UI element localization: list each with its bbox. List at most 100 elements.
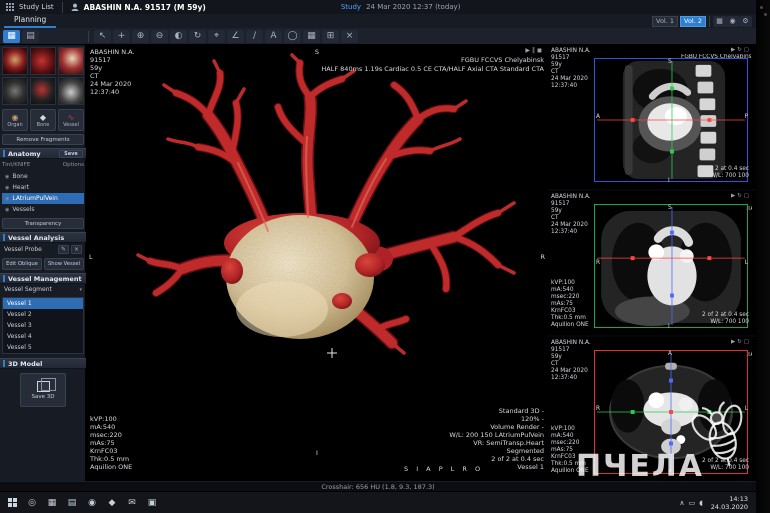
reset-view-icon[interactable]: ↻ <box>737 47 744 53</box>
options-label[interactable]: Options <box>63 162 84 168</box>
organ-button[interactable]: ◉ Organ <box>2 109 28 131</box>
taskbar-clock[interactable]: 14:13 24.03.2020 <box>711 495 748 511</box>
save-anatomy-button[interactable]: Save <box>59 150 83 158</box>
overlay-line: VR: SemiTransp.Heart <box>449 439 544 447</box>
maximize-view-icon[interactable]: ▢ <box>744 47 751 53</box>
visibility-icon[interactable]: ◉ <box>5 185 9 191</box>
crosshair-icon[interactable]: ⌖ <box>208 30 225 43</box>
ruler-icon[interactable]: ∕ <box>246 30 263 43</box>
anatomy-list-item[interactable]: ◉ Vessels <box>2 204 84 215</box>
divider <box>709 16 710 27</box>
visibility-icon[interactable]: ◉ <box>5 196 9 202</box>
zoom-out-icon[interactable]: ⊖ <box>151 30 168 43</box>
gallery-thumbnail[interactable] <box>58 47 84 75</box>
film-icon[interactable]: ▦ <box>713 16 726 27</box>
delete-icon[interactable]: × <box>71 245 82 254</box>
overlay-line: CT <box>90 72 135 80</box>
ct-image-sagittal[interactable] <box>594 58 748 182</box>
vessel-probe-row: Vessel Probe ✎ × <box>2 245 84 254</box>
visibility-icon[interactable]: ◉ <box>5 174 9 180</box>
window-level-icon[interactable]: ◐ <box>170 30 187 43</box>
watermark-text: ПЧЕЛА <box>576 449 704 484</box>
gallery-thumbnail[interactable] <box>2 77 28 105</box>
reset-view-icon[interactable]: ↻ <box>737 339 744 345</box>
orientation-top: A <box>668 351 672 358</box>
mpr-view-coronal[interactable]: ▶↻▢ ABASHIN N.A.9151759yCT24 Mar 202012:… <box>548 191 756 335</box>
show-vessel-button[interactable]: Show Vessel <box>44 258 84 270</box>
anatomy-list-item[interactable]: ◉ Bone <box>2 171 84 182</box>
tab-planning[interactable]: Planning <box>4 14 56 28</box>
vessel-segment-row: Vessel Segment ▾ <box>2 286 84 293</box>
vessel-list-item[interactable]: Vessel 1 <box>3 298 83 309</box>
screen: Study List ABASHIN N.A. 91517 (M 59y) St… <box>0 0 770 513</box>
gallery-thumbnail[interactable] <box>2 47 28 75</box>
network-icon[interactable]: ▭ <box>688 499 695 507</box>
anatomy-tool-label: Organ <box>7 122 22 128</box>
snapshot-icon[interactable]: ◉ <box>726 16 739 27</box>
mpr-layout-icon[interactable]: ▦ <box>303 30 320 43</box>
settings-icon[interactable]: ⚙ <box>739 16 752 27</box>
anatomy-item-label: Vessels <box>12 206 34 213</box>
tray-expand-icon[interactable]: ∧ <box>679 499 684 507</box>
study-label[interactable]: Study <box>341 3 361 11</box>
vessel-list-item[interactable]: Vessel 3 <box>3 320 83 331</box>
app-icon-2[interactable]: ▣ <box>142 494 162 512</box>
angle-icon[interactable]: ∠ <box>227 30 244 43</box>
patient-info-overlay: ABASHIN N.A.9151759yCT24 Mar 202012:37:4… <box>551 340 591 382</box>
chevron-down-icon[interactable]: ▾ <box>79 287 82 293</box>
select-tool-icon[interactable]: ↖ <box>94 30 111 43</box>
reset-view-icon[interactable]: ↻ <box>737 193 744 199</box>
start-button[interactable] <box>2 494 22 512</box>
save-3d-button[interactable]: Save 3D <box>20 373 66 407</box>
bone-button[interactable]: ◆ Bone <box>30 109 56 131</box>
task-view-icon[interactable]: ▦ <box>42 494 62 512</box>
vessel-list-item[interactable]: Vessel 4 <box>3 331 83 342</box>
gallery-thumbnail[interactable] <box>30 77 56 105</box>
vessel-button[interactable]: ∿ Vessel <box>58 109 84 131</box>
gallery-thumbnail[interactable] <box>30 47 56 75</box>
overlay-line: Aquilion ONE <box>90 463 132 471</box>
vol-1-button[interactable]: Vol. 1 <box>652 16 678 27</box>
transparency-button[interactable]: Transparency <box>2 218 84 229</box>
cine-stop-icon[interactable]: ◼ <box>537 47 544 54</box>
vessel-list-item[interactable]: Vessel 2 <box>3 309 83 320</box>
pan-tool-icon[interactable]: + <box>113 30 130 43</box>
institution-overlay: FGBU FCCVS Chelyabinsk <box>461 56 544 64</box>
accent-bar <box>3 234 5 241</box>
maximize-view-icon[interactable]: ▢ <box>744 193 751 199</box>
edit-oblique-button[interactable]: Edit Oblique <box>2 258 42 270</box>
gallery-thumbnail[interactable] <box>58 77 84 105</box>
file-explorer-icon[interactable]: ▤ <box>62 494 82 512</box>
volume-render-viewport[interactable]: ABASHIN N.A.9151759yCT24 Mar 202012:37:4… <box>86 45 548 481</box>
remove-fragments-button[interactable]: Remove Fragments <box>2 134 84 145</box>
annotate-icon[interactable]: A <box>265 30 282 43</box>
rotate-icon[interactable]: ↻ <box>189 30 206 43</box>
overlay-line: ABASHIN N.A. <box>551 340 591 347</box>
visibility-icon[interactable]: ◉ <box>5 207 9 213</box>
volume-icon[interactable]: ◖ <box>699 499 703 507</box>
search-icon[interactable]: ◎ <box>22 494 42 512</box>
mail-icon[interactable]: ✉ <box>122 494 142 512</box>
anatomy-list-item[interactable]: ◉ LAtriumPulVein <box>2 193 84 204</box>
apps-grid-icon[interactable] <box>6 3 14 11</box>
maximize-view-icon[interactable]: ▢ <box>744 339 751 345</box>
layout-rows-icon[interactable]: ▤ <box>22 30 39 43</box>
vessel-probe-label[interactable]: Vessel Probe <box>4 246 42 253</box>
ellipse-roi-icon[interactable]: ◯ <box>284 30 301 43</box>
browser-icon[interactable]: ◉ <box>82 494 102 512</box>
study-list-tab[interactable]: Study List <box>19 3 54 11</box>
layout-grid-icon[interactable]: ▦ <box>3 30 20 43</box>
app-icon-1[interactable]: ◆ <box>102 494 122 512</box>
edit-icon[interactable]: ✎ <box>58 245 69 254</box>
anatomy-list-item[interactable]: ◉ Heart <box>2 182 84 193</box>
crosshair-readout: Crosshair: 656 HU (1.8, 9.3, 187.3) <box>321 483 434 491</box>
vessel-list-item[interactable]: Vessel 5 <box>3 342 83 353</box>
mpr-view-sagittal[interactable]: ▶↻▢ ABASHIN N.A.9151759yCT24 Mar 202012:… <box>548 45 756 189</box>
grid-icon[interactable]: ⊞ <box>322 30 339 43</box>
clear-icon[interactable]: × <box>341 30 358 43</box>
zoom-in-icon[interactable]: ⊕ <box>132 30 149 43</box>
tint-label[interactable]: Tint/KNIFE <box>2 162 30 168</box>
overlay-line: KrnFC03 <box>551 308 589 315</box>
ct-image-coronal[interactable] <box>594 204 748 328</box>
vol-2-button[interactable]: Vol. 2 <box>680 16 706 27</box>
